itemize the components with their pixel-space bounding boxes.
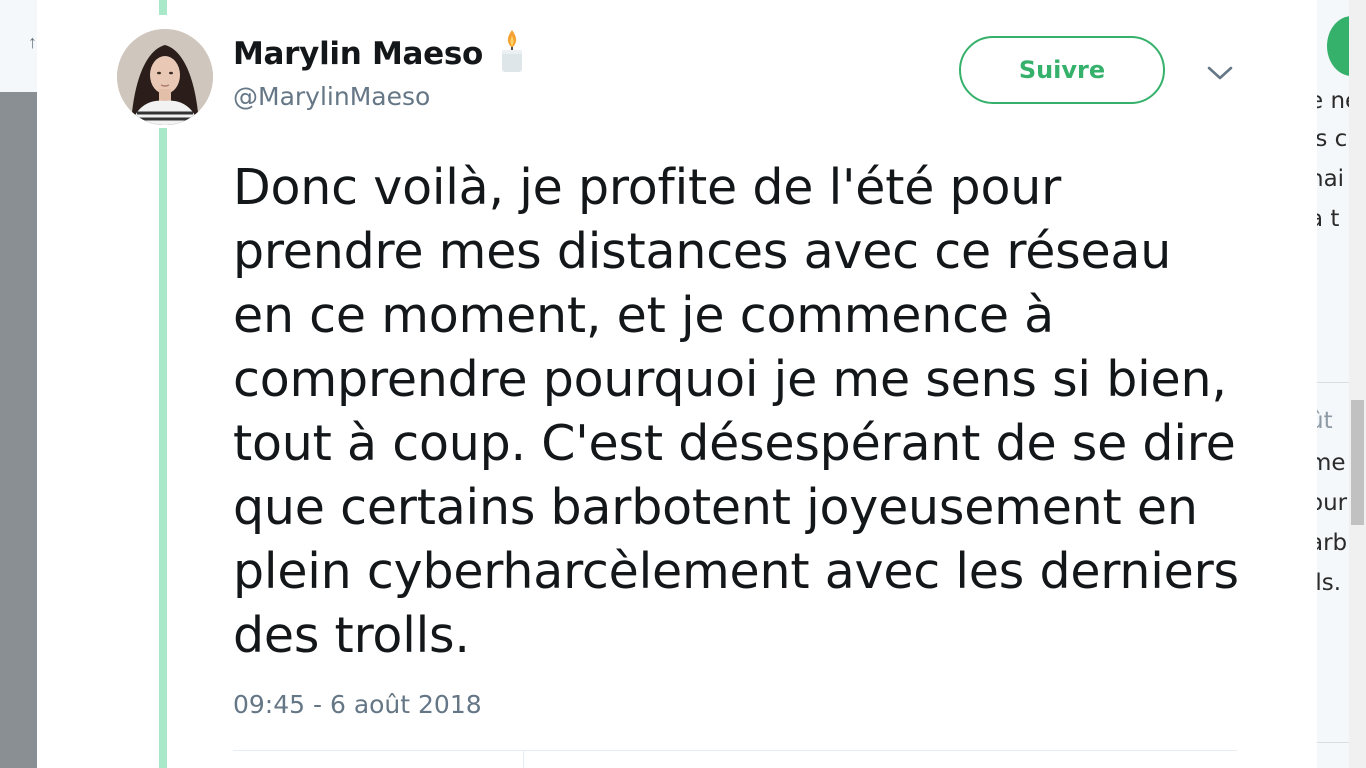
background-text-fragment: nai <box>1317 166 1345 192</box>
background-text-fragment: our <box>1317 490 1348 516</box>
author-username[interactable]: @MarylinMaeso <box>233 82 430 111</box>
background-text-fragment: me <box>1317 450 1346 476</box>
thread-connector <box>159 0 167 15</box>
scrollbar-thumb[interactable] <box>1351 400 1364 525</box>
avatar[interactable] <box>117 29 213 125</box>
chevron-down-icon <box>1207 66 1233 80</box>
avatar-image <box>117 29 213 125</box>
more-menu-button[interactable] <box>1205 58 1235 88</box>
tweet-stats-divider <box>233 750 1237 751</box>
tweet-text: Donc voilà, je profite de l'été pour pre… <box>233 159 1239 664</box>
modal-overlay <box>0 92 37 768</box>
background-text-fragment: is c <box>1317 126 1348 152</box>
candle-icon <box>502 30 522 72</box>
background-text-fragment: à t <box>1317 206 1340 232</box>
background-text-fragment: ût <box>1317 408 1333 434</box>
scrollbar[interactable] <box>1349 0 1366 768</box>
background-text-fragment: lls. <box>1317 570 1342 596</box>
background-text-fragment: arb <box>1317 530 1348 556</box>
back-arrow-icon: ↑ <box>28 32 37 52</box>
follow-button[interactable]: Suivre <box>959 36 1165 104</box>
thread-connector <box>159 128 167 768</box>
tweet-timestamp[interactable]: 09:45 - 6 août 2018 <box>233 690 482 719</box>
tweet-stats-divider <box>523 751 524 768</box>
author-display-name[interactable]: Marylin Maeso <box>233 36 483 72</box>
tweet-modal: Marylin Maeso @MarylinMaeso Suivre Donc … <box>37 0 1317 768</box>
